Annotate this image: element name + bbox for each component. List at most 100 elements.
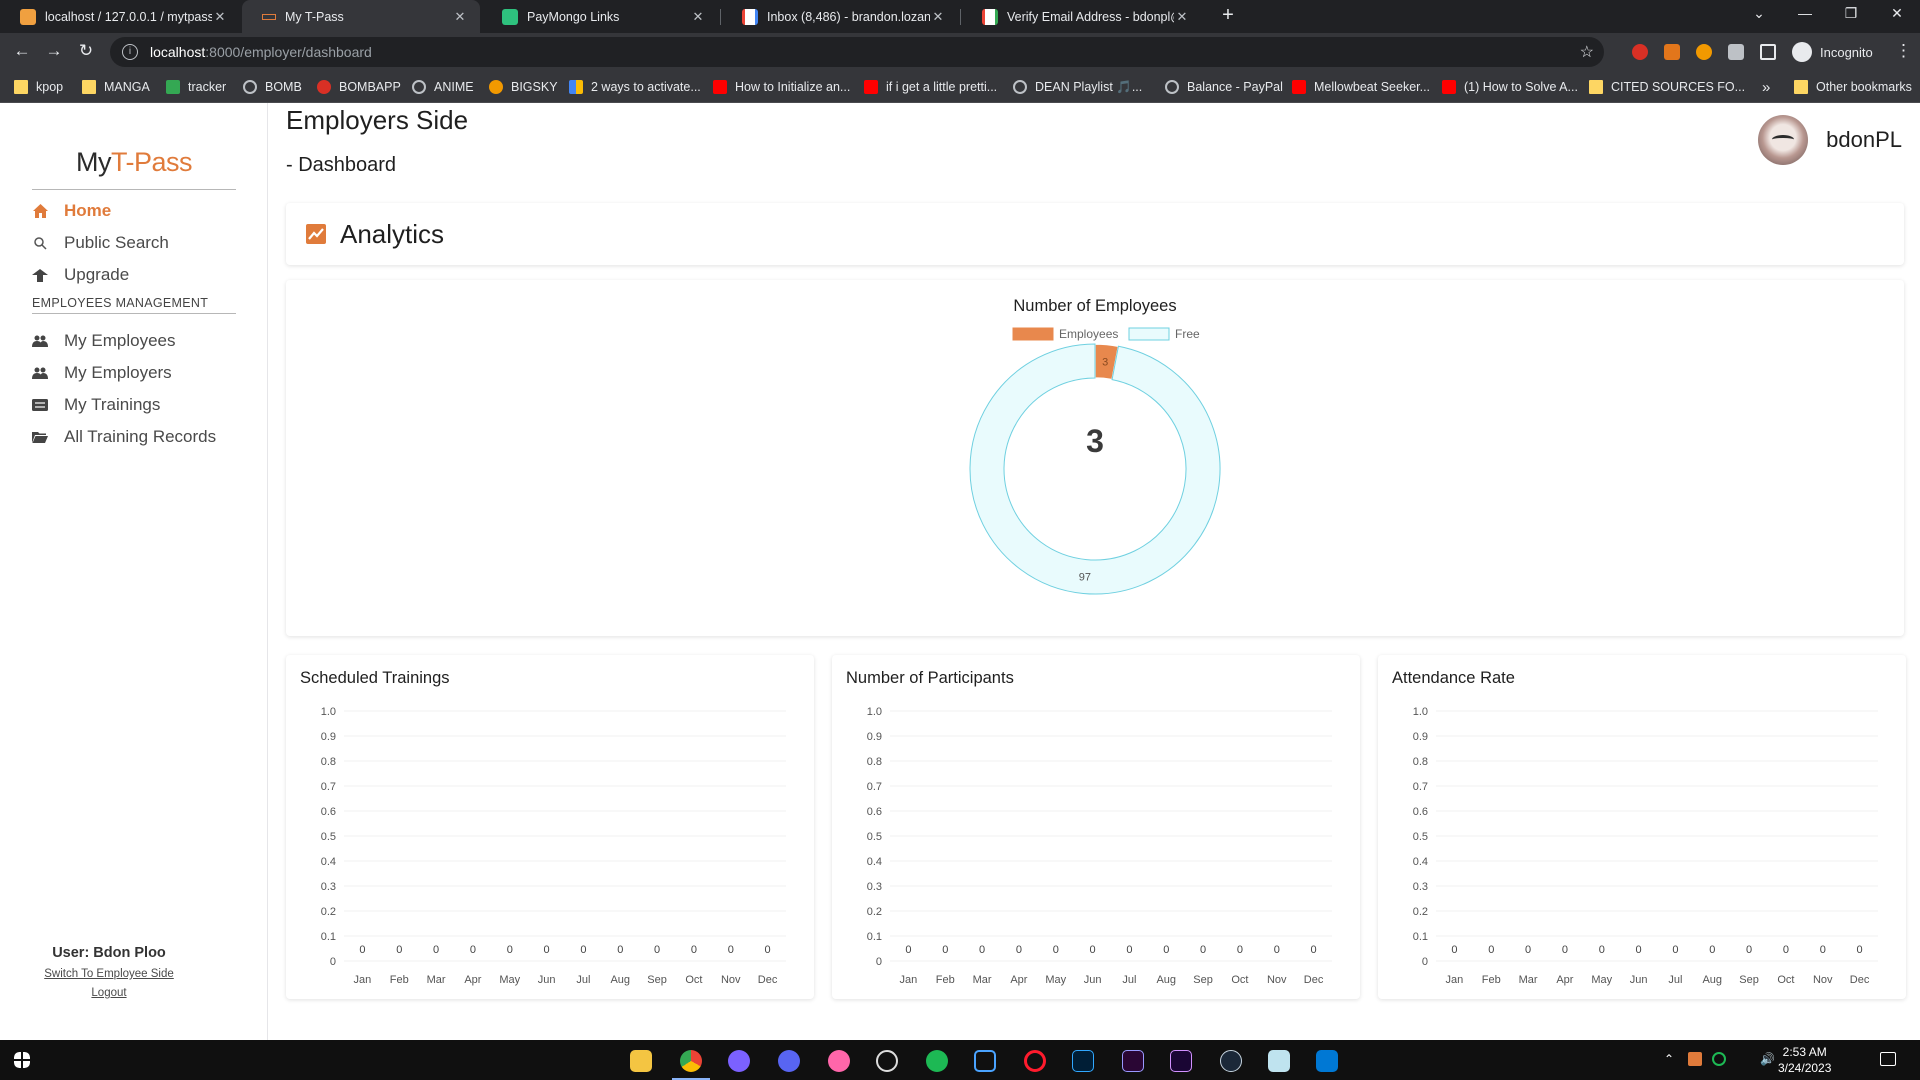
system-clock[interactable]: 2:53 AM 3/24/2023 <box>1778 1044 1831 1076</box>
attendance-rate-chart: 1.0 0.9 0.8 0.7 0.6 0.5 0.4 0.3 0.2 0.1 0 0 Jan 0 Feb 0… <box>1413 706 1878 986</box>
notepad-icon[interactable] <box>1268 1050 1290 1072</box>
sidebar-item-label: All Training Records <box>64 427 217 446</box>
avatar[interactable] <box>1758 115 1809 165</box>
globe-icon <box>1013 80 1027 94</box>
sidebar-item-all-training-records[interactable]: All Training Records <box>32 425 216 449</box>
bookmark-item[interactable]: CITED SOURCES FO... <box>1589 71 1745 103</box>
back-arrow-icon[interactable]: ← <box>10 41 34 61</box>
bookmark-item[interactable]: How to Initialize an... <box>713 71 850 103</box>
sidebar-item-my-trainings[interactable]: My Trainings <box>32 393 160 417</box>
bar-value-label: 0 <box>728 944 734 956</box>
browser-tab-mytpass[interactable]: My T-Pass ✕ <box>242 0 480 33</box>
bookmark-item[interactable]: (1) How to Solve A... <box>1442 71 1578 103</box>
messenger-icon[interactable] <box>728 1050 750 1072</box>
bookmark-item[interactable]: Balance - PayPal <box>1165 71 1283 103</box>
file-explorer-icon[interactable] <box>630 1050 652 1072</box>
extension-orange-icon[interactable] <box>1696 44 1712 60</box>
site-info-icon[interactable]: i <box>122 44 138 60</box>
app-logo[interactable]: MyT-Pass <box>0 147 268 178</box>
notification-icon[interactable] <box>1880 1052 1896 1066</box>
switch-to-employee-link[interactable]: Switch To Employee Side <box>0 968 218 980</box>
sidebar-item-my-employees[interactable]: My Employees <box>32 329 175 353</box>
users-icon <box>32 365 48 381</box>
close-icon[interactable]: ✕ <box>1174 9 1190 25</box>
sidebar-item-home[interactable]: Home <box>32 199 111 223</box>
bookmark-item[interactable]: ANIME <box>412 71 474 103</box>
spotify-icon[interactable] <box>926 1050 948 1072</box>
close-icon[interactable]: ✕ <box>452 9 468 25</box>
bookmark-item[interactable]: if i get a little pretti... <box>864 71 997 103</box>
logout-link[interactable]: Logout <box>0 987 218 999</box>
y-tick-label: 0 <box>876 956 882 968</box>
extension-red-icon[interactable] <box>1632 44 1648 60</box>
tray-app-icon[interactable] <box>1712 1052 1726 1066</box>
obs-icon[interactable] <box>876 1050 898 1072</box>
sidebar-item-public-search[interactable]: Public Search <box>32 231 169 255</box>
other-bookmarks[interactable]: Other bookmarks <box>1794 71 1912 103</box>
volume-icon[interactable]: 🔊 <box>1760 1052 1775 1066</box>
y-tick-label: 0.8 <box>1413 756 1428 768</box>
sidebar-item-label: Home <box>64 201 112 220</box>
browser-tab-verify-email[interactable]: Verify Email Address - bdonpl@g ✕ <box>962 0 1202 33</box>
vegas-icon[interactable] <box>974 1050 996 1072</box>
profile[interactable]: bdonPL <box>1758 115 1902 165</box>
tray-chevron-icon[interactable]: ⌃ <box>1664 1052 1674 1066</box>
photoshop-icon[interactable] <box>1072 1050 1094 1072</box>
bookmark-star-icon[interactable]: ☆ <box>1580 42 1594 62</box>
close-icon[interactable]: ✕ <box>690 9 706 25</box>
x-tick-label: Jan <box>1446 974 1464 986</box>
bookmark-item[interactable]: Mellowbeat Seeker... <box>1292 71 1430 103</box>
sidebar-item-my-employers[interactable]: My Employers <box>32 361 172 385</box>
tray-app-icon[interactable] <box>1688 1052 1702 1066</box>
bookmarks-bar: kpop MANGA tracker BOMB BOMBAPP ANIME BI… <box>0 71 1920 103</box>
x-tick-label: Apr <box>464 974 481 986</box>
chart-title: Number of Employees <box>1013 297 1176 315</box>
x-tick-label: Aug <box>1156 974 1176 986</box>
browser-tab-paymongo[interactable]: PayMongo Links ✕ <box>482 0 718 33</box>
browser-tab-bar: localhost / 127.0.0.1 / mytpass / u ✕ My… <box>0 0 1920 33</box>
vscode-icon[interactable] <box>1316 1050 1338 1072</box>
extension-metamask-icon[interactable] <box>1664 44 1680 60</box>
steam-icon[interactable] <box>1220 1050 1242 1072</box>
url-host: localhost <box>150 44 206 60</box>
bookmark-item[interactable]: BOMBAPP <box>317 71 401 103</box>
y-tick-label: 0.1 <box>867 931 882 943</box>
opera-icon[interactable] <box>1024 1050 1046 1072</box>
bookmark-item[interactable]: tracker <box>166 71 226 103</box>
side-panel-icon[interactable] <box>1760 44 1776 60</box>
close-icon[interactable]: ✕ <box>212 9 228 25</box>
osu-icon[interactable] <box>828 1050 850 1072</box>
tab-search-chevron-icon[interactable]: ⌄ <box>1744 5 1774 22</box>
forward-arrow-icon[interactable]: → <box>42 41 66 61</box>
restore-button[interactable]: ❐ <box>1836 5 1866 22</box>
incognito-indicator[interactable]: Incognito <box>1792 42 1873 62</box>
browser-tab-inbox[interactable]: Inbox (8,486) - brandon.lozano@ ✕ <box>722 0 958 33</box>
windows-start-icon[interactable] <box>14 1052 30 1068</box>
y-tick-label: 0.6 <box>321 806 336 818</box>
y-tick-label: 1.0 <box>1413 706 1428 718</box>
minimize-button[interactable]: — <box>1790 5 1820 21</box>
sidebar-item-upgrade[interactable]: Upgrade <box>32 263 129 287</box>
bookmark-item[interactable]: MANGA <box>82 71 150 103</box>
extensions-puzzle-icon[interactable] <box>1728 44 1744 60</box>
premiere-icon[interactable] <box>1122 1050 1144 1072</box>
browser-tab-phpmyadmin[interactable]: localhost / 127.0.0.1 / mytpass / u ✕ <box>0 0 240 33</box>
reload-icon[interactable]: ↻ <box>74 41 98 61</box>
after-effects-icon[interactable] <box>1170 1050 1192 1072</box>
bar-value-label: 0 <box>1237 944 1243 956</box>
bookmark-item[interactable]: 2 ways to activate... <box>569 71 701 103</box>
bookmark-item[interactable]: kpop <box>14 71 63 103</box>
bookmark-item[interactable]: BOMB <box>243 71 302 103</box>
browser-menu-icon[interactable]: ⋮ <box>1895 41 1912 61</box>
bookmark-item[interactable]: DEAN Playlist 🎵... <box>1013 71 1142 103</box>
new-tab-button[interactable]: + <box>1215 4 1241 27</box>
discord-icon[interactable] <box>778 1050 800 1072</box>
bookmark-item[interactable]: BIGSKY <box>489 71 558 103</box>
chrome-icon[interactable] <box>680 1050 702 1072</box>
y-tick-label: 0.4 <box>867 856 882 868</box>
address-bar[interactable]: i localhost:8000/employer/dashboard ☆ <box>110 37 1604 67</box>
close-icon[interactable]: ✕ <box>930 9 946 25</box>
window-close-button[interactable]: ✕ <box>1882 5 1912 22</box>
sidebar-item-label: Upgrade <box>64 265 130 284</box>
more-bookmarks-button[interactable]: » <box>1762 71 1770 103</box>
